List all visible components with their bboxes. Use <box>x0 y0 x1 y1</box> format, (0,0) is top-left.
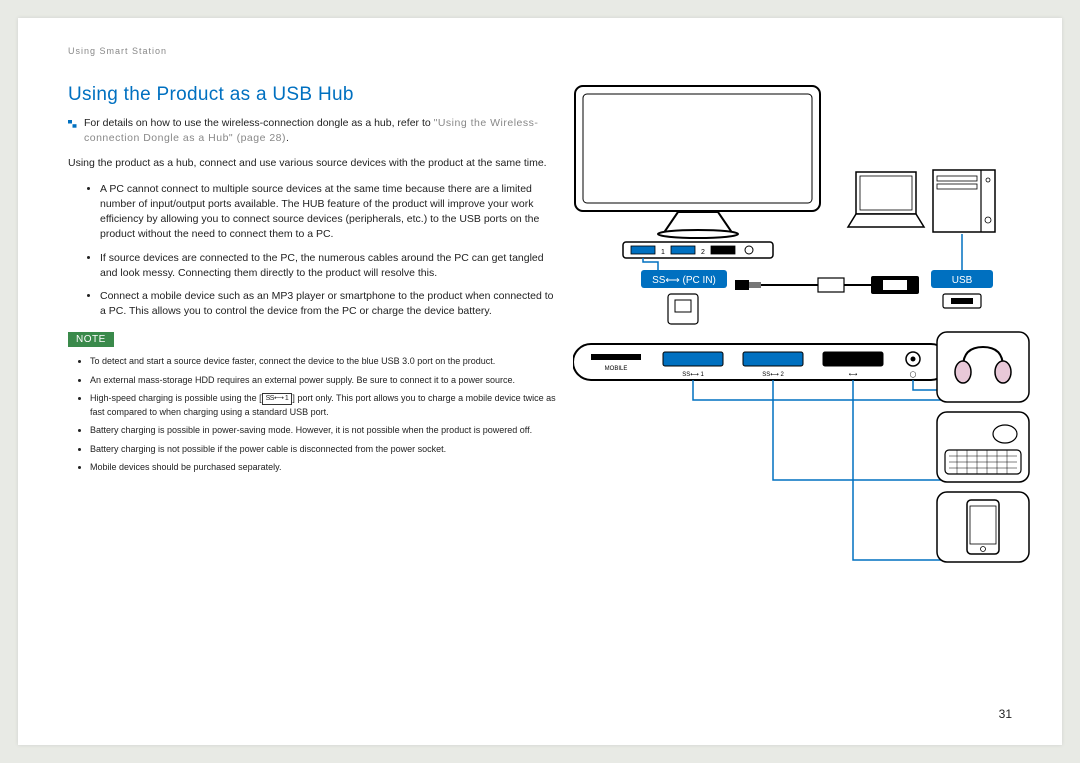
breadcrumb: Using Smart Station <box>68 46 1012 56</box>
text-column: Using the Product as a USB Hub For detai… <box>68 84 558 480</box>
note-list: To detect and start a source device fast… <box>68 355 558 475</box>
tower-icon <box>933 170 995 232</box>
note-badge: NOTE <box>68 332 114 347</box>
svg-text:USB: USB <box>952 275 973 286</box>
page: Using Smart Station Using the Product as… <box>18 18 1062 745</box>
phone-icon <box>967 500 999 554</box>
intro-paragraph: Using the product as a hub, connect and … <box>68 156 558 171</box>
pc-in-port <box>668 294 698 324</box>
phone-box <box>937 492 1029 562</box>
svg-text:MOBILE: MOBILE <box>605 366 628 372</box>
lead-paragraph: For details on how to use the wireless-c… <box>68 116 558 146</box>
svg-text:SS⟷ 1: SS⟷ 1 <box>682 372 704 378</box>
arrow-icon <box>68 118 78 126</box>
monitor-icon <box>575 86 820 238</box>
ss-port-label: SS⟷ 1 <box>262 393 293 406</box>
list-item: To detect and start a source device fast… <box>90 355 558 369</box>
svg-text:SS⟷ (PC IN): SS⟷ (PC IN) <box>652 275 716 286</box>
hub-strip: MOBILE SS⟷ 1 SS⟷ 2 ⟷ ◯ <box>573 344 949 380</box>
connection-diagram: 1 2 <box>573 84 1033 604</box>
list-item: Battery charging is possible in power-sa… <box>90 424 558 438</box>
list-item: Battery charging is not possible if the … <box>90 443 558 457</box>
mouse-icon <box>993 425 1017 443</box>
monitor-port-bar: 1 2 <box>623 242 773 258</box>
list-item: An external mass-storage HDD requires an… <box>90 374 558 388</box>
svg-text:1: 1 <box>661 249 665 256</box>
svg-text:2: 2 <box>701 249 705 256</box>
list-item: If source devices are connected to the P… <box>100 251 558 281</box>
svg-text:◯: ◯ <box>910 371 917 378</box>
pc-in-label: SS⟷ (PC IN) <box>641 270 727 288</box>
usb-label: USB <box>931 270 993 288</box>
diagram-column: 1 2 <box>578 84 1012 480</box>
laptop-icon <box>848 172 924 227</box>
svg-text:⟷: ⟷ <box>849 372 858 378</box>
list-item: A PC cannot connect to multiple source d… <box>100 182 558 243</box>
list-item: High-speed charging is possible using th… <box>90 392 558 419</box>
usb-port-icon <box>943 294 981 308</box>
content-row: Using the Product as a USB Hub For detai… <box>68 84 1012 480</box>
lead-text: For details on how to use the wireless-c… <box>84 117 434 129</box>
svg-text:SS⟷ 2: SS⟷ 2 <box>762 372 784 378</box>
keyboard-mouse-box <box>937 412 1029 482</box>
list-item: Mobile devices should be purchased separ… <box>90 461 558 475</box>
usb-cable-icon <box>735 276 919 294</box>
page-title: Using the Product as a USB Hub <box>68 84 558 106</box>
bullet-list: A PC cannot connect to multiple source d… <box>68 182 558 320</box>
list-item: Connect a mobile device such as an MP3 p… <box>100 289 558 319</box>
lead-period: . <box>286 132 289 144</box>
page-number: 31 <box>999 707 1012 721</box>
headphones-box <box>937 332 1029 402</box>
